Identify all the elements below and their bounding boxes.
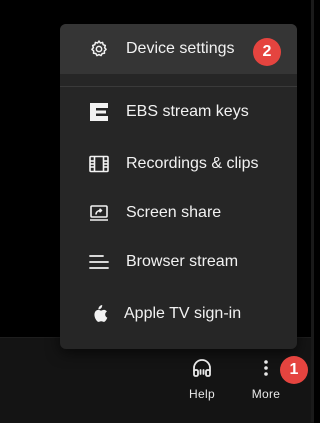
apple-icon (88, 303, 110, 325)
menu-item-label: Apple TV sign-in (124, 305, 242, 322)
menu-item-label: Browser stream (126, 253, 239, 270)
menu-item-label: Screen share (126, 204, 222, 221)
more-vertical-icon (255, 358, 277, 383)
step-badge-1: 1 (280, 356, 308, 384)
more-menu: Device settings EBS stream keys Recordin… (60, 24, 297, 349)
menu-item-apple-tv-sign-in[interactable]: Apple TV sign-in (60, 289, 297, 339)
menu-item-browser-stream[interactable]: Browser stream (60, 237, 297, 287)
help-button[interactable]: Help (184, 358, 220, 401)
menu-item-screen-share[interactable]: Screen share (60, 188, 297, 238)
menu-item-label: EBS stream keys (126, 103, 249, 120)
film-icon (88, 153, 110, 175)
window-edge (311, 0, 314, 422)
menu-item-ebs-stream-keys[interactable]: EBS stream keys (60, 87, 297, 137)
ebs-logo-icon (88, 101, 110, 123)
more-label: More (251, 387, 281, 401)
screen-share-icon (88, 202, 110, 224)
menu-item-label: Recordings & clips (126, 155, 259, 172)
browser-stream-icon (88, 251, 110, 273)
help-label: Help (189, 387, 215, 401)
gear-icon (88, 38, 110, 60)
headset-icon (191, 358, 213, 383)
menu-item-label: Device settings (126, 40, 235, 57)
step-badge-2: 2 (253, 38, 281, 66)
menu-item-recordings-clips[interactable]: Recordings & clips (60, 139, 297, 189)
